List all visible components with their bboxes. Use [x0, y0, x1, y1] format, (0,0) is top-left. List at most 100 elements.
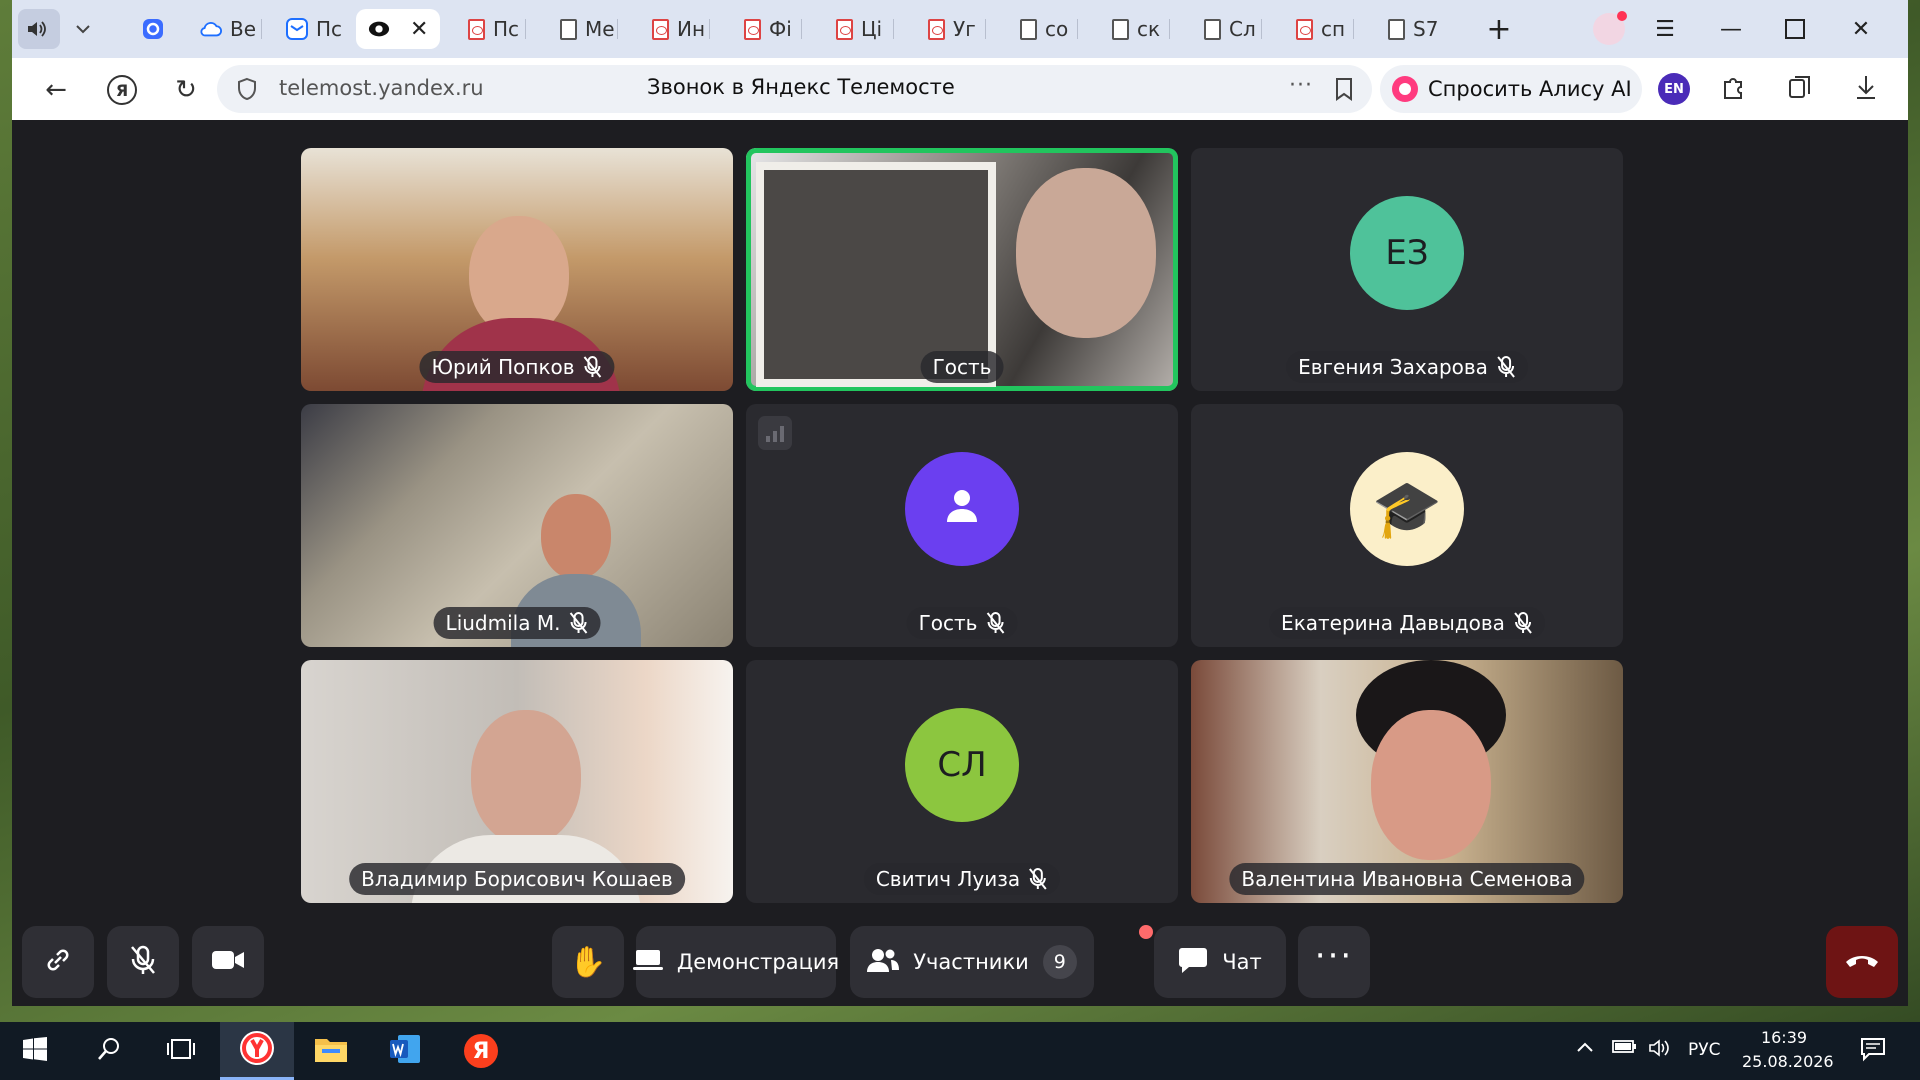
tab-doc-5[interactable]: S7 — [1376, 9, 1446, 49]
microphone-toggle-button[interactable] — [107, 926, 179, 998]
puzzle-icon — [1721, 74, 1747, 107]
avatar-initials: СЛ — [937, 745, 987, 785]
raise-hand-button[interactable]: ✋ — [552, 926, 624, 998]
new-tab-button[interactable]: + — [1476, 10, 1522, 48]
doc-icon — [560, 18, 577, 40]
mic-off-icon — [1028, 867, 1048, 891]
reload-button[interactable]: ↻ — [166, 70, 206, 110]
participant-tile[interactable]: ЕЗ Евгения Захарова — [1191, 148, 1623, 391]
cloud-icon — [200, 17, 222, 41]
tab-telemost-active[interactable]: ✕ — [356, 9, 440, 49]
participant-tile[interactable]: Гость — [746, 404, 1178, 647]
extensions-button[interactable] — [1714, 70, 1754, 110]
tab-doc-2[interactable]: со — [1008, 9, 1078, 49]
plus-icon: + — [1486, 11, 1512, 47]
participant-name-badge: Владимир Борисович Кошаев — [349, 863, 685, 895]
downloads-button[interactable] — [1846, 70, 1886, 110]
video-feed — [1016, 168, 1156, 338]
maximize-button[interactable] — [1772, 10, 1818, 48]
tab-pdf-4[interactable]: Ці — [824, 9, 894, 49]
tab-doc-4[interactable]: Сл — [1192, 9, 1262, 49]
tab-pdf-3[interactable]: Фі — [732, 9, 802, 49]
folder-icon — [314, 1035, 348, 1067]
translate-badge[interactable]: EN — [1658, 73, 1690, 105]
copy-link-button[interactable] — [22, 926, 94, 998]
participant-name-badge: Екатерина Давыдова — [1269, 607, 1545, 639]
reload-icon: ↻ — [175, 75, 197, 105]
yandex-home-button[interactable]: Я — [102, 70, 142, 110]
clock[interactable]: 16:39 25.08.2026 — [1742, 1026, 1834, 1074]
mic-off-icon — [1496, 355, 1516, 379]
tab-pdf-1[interactable]: Пс — [456, 9, 526, 49]
participant-name-badge: Валентина Ивановна Семенова — [1229, 863, 1585, 895]
more-dots-icon[interactable]: ··· — [1289, 73, 1313, 98]
tab-doc-1[interactable]: Ме — [548, 9, 618, 49]
more-options-button[interactable]: ··· — [1298, 926, 1370, 998]
chat-icon — [1178, 946, 1208, 979]
pdf-icon — [652, 18, 669, 40]
participant-tile[interactable]: Юрий Попков — [301, 148, 733, 391]
menu-button[interactable]: ☰ — [1642, 10, 1688, 48]
start-button[interactable] — [0, 1022, 70, 1080]
tray-overflow-icon[interactable] — [1576, 1038, 1594, 1058]
back-button[interactable]: ← — [36, 70, 76, 110]
guest-avatar — [905, 452, 1019, 566]
tab-label: S7 — [1413, 17, 1439, 41]
task-view-button[interactable] — [146, 1022, 216, 1080]
tab-pdf-2[interactable]: Ин — [640, 9, 710, 49]
chat-button[interactable]: Чат — [1154, 926, 1286, 998]
tab-mail[interactable]: Пс — [274, 9, 348, 49]
taskbar-word[interactable] — [370, 1022, 440, 1080]
tab-pdf-5[interactable]: Уг — [916, 9, 986, 49]
participant-tile[interactable]: Владимир Борисович Кошаев — [301, 660, 733, 903]
taskbar-yandex[interactable]: Я — [446, 1022, 516, 1080]
search-button[interactable] — [74, 1022, 144, 1080]
participants-count: 9 — [1042, 945, 1077, 979]
close-tab-icon[interactable]: ✕ — [410, 17, 428, 42]
tab-cloud[interactable]: Ве — [188, 9, 262, 49]
yandex-icon: Я — [464, 1034, 498, 1068]
tab-doc-3[interactable]: ск — [1100, 9, 1170, 49]
mic-off-icon — [583, 355, 603, 379]
input-language[interactable]: РУС — [1688, 1040, 1720, 1060]
taskbar-file-explorer[interactable] — [296, 1022, 366, 1080]
camera-toggle-button[interactable] — [192, 926, 264, 998]
taskbar-yandex-browser[interactable] — [220, 1022, 294, 1080]
task-view-icon — [166, 1038, 196, 1064]
close-icon: ✕ — [1851, 16, 1871, 42]
emoji-avatar: 🎓 — [1350, 452, 1464, 566]
profile-button[interactable] — [1586, 10, 1632, 48]
participant-tile[interactable]: Liudmila M. — [301, 404, 733, 647]
windows-taskbar: Я РУС 16:39 25.08.2026 — [0, 1022, 1920, 1080]
download-icon — [1854, 74, 1878, 107]
participant-tile-speaking[interactable]: Гость — [746, 148, 1178, 391]
url-text[interactable]: telemost.yandex.ru — [279, 76, 484, 100]
battery-icon[interactable] — [1612, 1038, 1638, 1059]
ask-alice-button[interactable]: Спросить Алису AI — [1380, 65, 1642, 113]
participant-tile[interactable]: 🎓 Екатерина Давыдова — [1191, 404, 1623, 647]
tab-pdf-6[interactable]: сп — [1284, 9, 1354, 49]
hamburger-icon: ☰ — [1655, 16, 1675, 42]
pdf-icon — [744, 18, 761, 40]
screen-share-button[interactable]: Демонстрация — [632, 926, 839, 998]
mic-off-icon — [129, 944, 157, 981]
shield-icon — [237, 77, 257, 105]
bookmark-icon[interactable] — [1335, 77, 1353, 105]
hang-up-button[interactable] — [1826, 926, 1898, 998]
collections-button[interactable] — [1780, 70, 1820, 110]
clock-time: 16:39 — [1760, 1028, 1808, 1047]
tab-audio[interactable] — [18, 9, 60, 49]
close-window-button[interactable]: ✕ — [1838, 10, 1884, 48]
volume-icon[interactable] — [1648, 1038, 1672, 1063]
participant-tile[interactable]: Валентина Ивановна Семенова — [1191, 660, 1623, 903]
participants-button[interactable]: Участники 9 — [850, 926, 1094, 998]
tab-pinned-app[interactable] — [130, 9, 166, 49]
tab-label: Ве — [230, 17, 257, 41]
participant-tile[interactable]: СЛ Свитич Луиза — [746, 660, 1178, 903]
notifications-button[interactable] — [1860, 1036, 1886, 1067]
screen-share-icon — [632, 948, 663, 977]
omnibox[interactable]: telemost.yandex.ru Звонок в Яндекс Телем… — [217, 65, 1372, 113]
notification-icon — [1860, 1038, 1886, 1067]
tab-list-button[interactable] — [64, 9, 104, 49]
minimize-button[interactable]: — — [1708, 10, 1754, 48]
